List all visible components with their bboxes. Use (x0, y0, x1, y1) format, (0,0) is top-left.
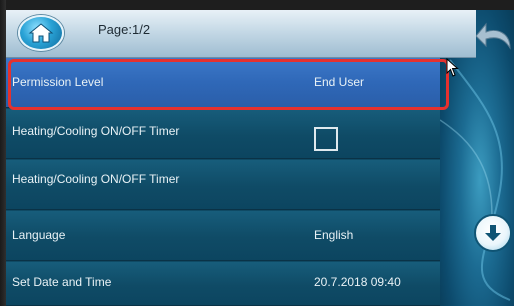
row-value: 20.7.2018 09:40 (314, 275, 401, 289)
row-value: English (314, 228, 354, 242)
back-arrow-icon[interactable] (476, 18, 514, 58)
scroll-down-button[interactable] (474, 214, 512, 252)
arrow-down-icon (485, 225, 501, 241)
row-language[interactable]: Language English (6, 211, 440, 261)
header-bar: Page:1/2 (6, 10, 476, 58)
timer-checkbox[interactable] (314, 127, 338, 151)
row-label: Set Date and Time (12, 275, 112, 289)
window-frame-top (0, 0, 514, 10)
row-set-date-time[interactable]: Set Date and Time 20.7.2018 09:40 (6, 262, 440, 306)
home-icon (28, 23, 54, 43)
page-indicator: Page:1/2 (98, 22, 151, 37)
row-label: Heating/Cooling ON/OFF Timer (12, 124, 180, 138)
selection-highlight (8, 59, 449, 110)
row-label: Language (12, 228, 66, 242)
row-heating-cooling-timer[interactable]: Heating/Cooling ON/OFF Timer (6, 160, 440, 210)
row-label: Heating/Cooling ON/OFF Timer (12, 172, 180, 186)
home-button[interactable] (18, 15, 64, 51)
row-heating-cooling-timer-checkbox[interactable]: Heating/Cooling ON/OFF Timer (6, 109, 440, 159)
mouse-cursor-icon (446, 58, 459, 77)
background-swirl (440, 59, 511, 301)
